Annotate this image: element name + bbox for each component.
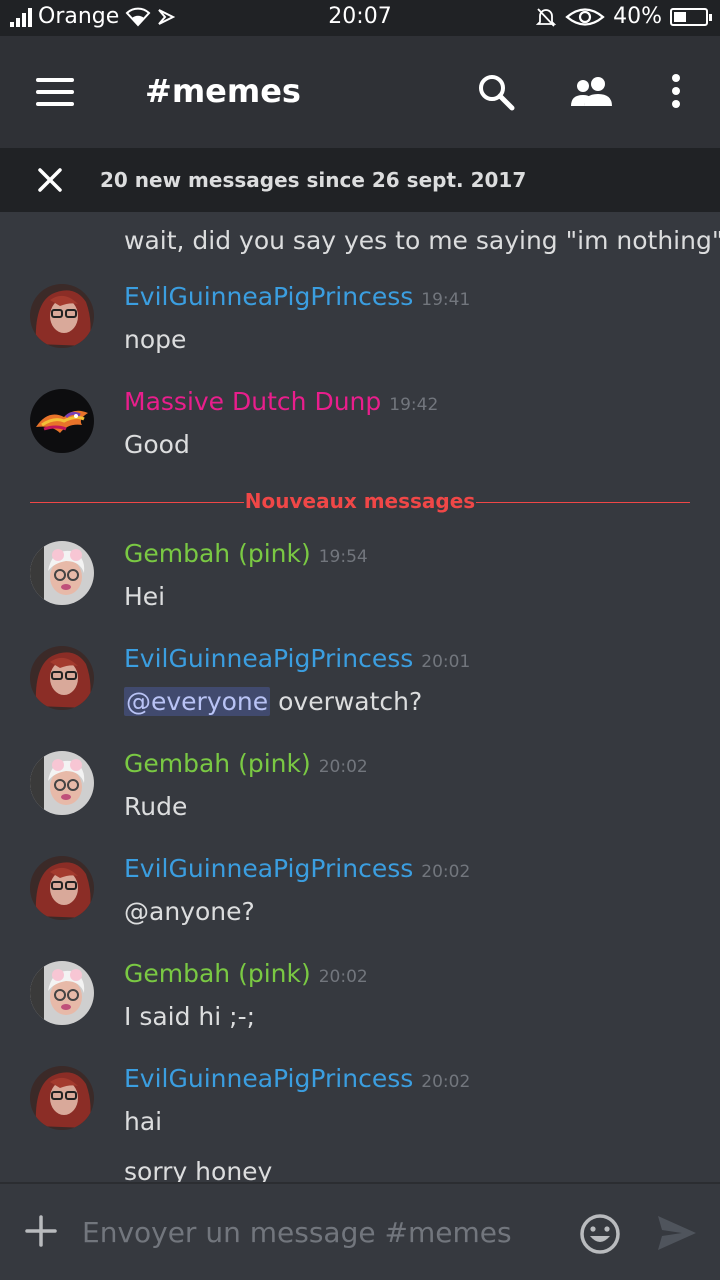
status-bar: Orange 20:07 40% — [0, 0, 720, 36]
message-header: EvilGuinneaPigPrincess 20:02 — [124, 854, 470, 883]
message-header: EvilGuinneaPigPrincess 19:41 — [124, 282, 470, 311]
app-bar: #memes — [0, 36, 720, 148]
message-text: Good — [124, 430, 190, 459]
message-text: nope — [124, 325, 187, 354]
message-text: @anyone? — [124, 897, 255, 926]
message-header: EvilGuinneaPigPrincess 20:02 — [124, 1064, 470, 1093]
timestamp: 19:41 — [421, 290, 471, 310]
new-messages-divider: Nouveaux messages — [30, 489, 690, 515]
message-text: Rude — [124, 792, 188, 821]
message-text: sorry honey — [124, 1157, 273, 1182]
timestamp: 20:02 — [421, 862, 471, 882]
close-icon[interactable] — [34, 164, 66, 196]
timestamp: 20:01 — [421, 652, 471, 672]
message-composer — [0, 1182, 720, 1280]
banner-text: 20 new messages since 26 sept. 2017 — [100, 168, 527, 192]
send-icon[interactable] — [656, 1214, 698, 1252]
everyone-mention[interactable]: @everyone — [124, 687, 271, 716]
message-header: Gembah (pink) 19:54 — [124, 539, 368, 568]
message-text: hai — [124, 1107, 163, 1136]
author-name[interactable]: Gembah (pink) — [124, 749, 311, 778]
timestamp: 19:42 — [389, 395, 439, 415]
more-icon[interactable] — [660, 70, 692, 114]
members-icon[interactable] — [568, 70, 616, 114]
author-name[interactable]: Gembah (pink) — [124, 959, 311, 988]
author-name[interactable]: Massive Dutch Dunp — [124, 387, 381, 416]
menu-icon[interactable] — [36, 78, 76, 106]
channel-title: #memes — [145, 72, 301, 110]
search-icon[interactable] — [474, 70, 518, 114]
status-right: 40% — [535, 4, 712, 29]
emoji-icon[interactable] — [578, 1212, 622, 1256]
avatar[interactable] — [30, 646, 94, 710]
message-header: Gembah (pink) 20:02 — [124, 959, 368, 988]
avatar[interactable] — [30, 389, 94, 453]
timestamp: 20:02 — [318, 757, 368, 777]
battery-percent: 40% — [613, 4, 662, 29]
timestamp: 20:02 — [318, 967, 368, 987]
message-text: I said hi ;-; — [124, 1002, 256, 1031]
message-header: Gembah (pink) 20:02 — [124, 749, 368, 778]
author-name[interactable]: Gembah (pink) — [124, 539, 311, 568]
avatar[interactable] — [30, 856, 94, 920]
new-messages-banner[interactable]: 20 new messages since 26 sept. 2017 — [0, 148, 720, 212]
timestamp: 20:02 — [421, 1072, 471, 1092]
avatar[interactable] — [30, 751, 94, 815]
message-text: Hei — [124, 582, 166, 611]
author-name[interactable]: EvilGuinneaPigPrincess — [124, 644, 413, 673]
message-text: wait, did you say yes to me saying "im n… — [124, 226, 720, 255]
avatar[interactable] — [30, 541, 94, 605]
author-name[interactable]: EvilGuinneaPigPrincess — [124, 282, 413, 311]
message-input[interactable] — [80, 1208, 564, 1256]
avatar[interactable] — [30, 284, 94, 348]
author-name[interactable]: EvilGuinneaPigPrincess — [124, 1064, 413, 1093]
message-text: @everyone overwatch? — [124, 687, 422, 716]
plus-icon[interactable] — [24, 1214, 58, 1248]
author-name[interactable]: EvilGuinneaPigPrincess — [124, 854, 413, 883]
avatar[interactable] — [30, 1066, 94, 1130]
message-text-rest: overwatch? — [270, 687, 423, 716]
battery-icon — [670, 7, 712, 26]
avatar[interactable] — [30, 961, 94, 1025]
eye-icon — [565, 7, 605, 26]
message-list[interactable]: wait, did you say yes to me saying "im n… — [0, 212, 720, 1182]
message-header: EvilGuinneaPigPrincess 20:01 — [124, 644, 470, 673]
message-header: Massive Dutch Dunp 19:42 — [124, 387, 438, 416]
bell-off-icon — [535, 7, 557, 27]
divider-label: Nouveaux messages — [244, 489, 476, 513]
timestamp: 19:54 — [318, 547, 368, 567]
